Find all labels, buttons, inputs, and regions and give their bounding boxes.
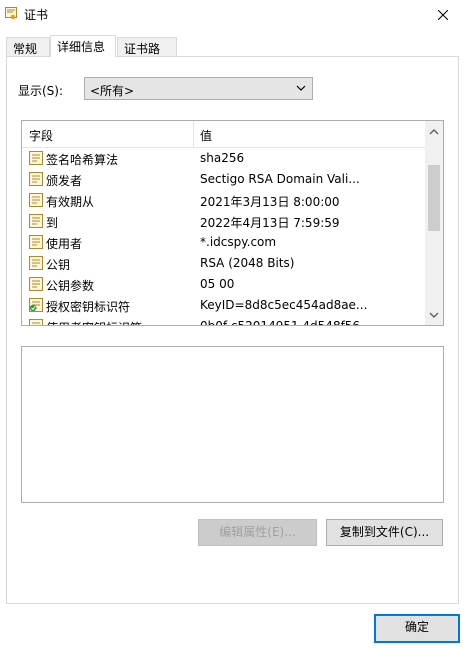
window-title: 证书 [24,8,49,22]
vertical-scrollbar[interactable] [425,121,443,325]
certificate-field-icon [29,235,43,249]
field-name: 使用者 [46,237,83,251]
column-header-value[interactable]: 值 [200,127,212,144]
ok-button[interactable]: 确定 [374,614,460,643]
edit-properties-button[interactable]: 编辑属性(E)... [198,519,317,546]
list-item[interactable]: 使用者 *.idcspy.com [22,232,425,253]
field-name: 有效期从 [46,195,95,209]
field-name: 公钥参数 [46,279,95,293]
copy-to-file-button[interactable]: 复制到文件(C)... [326,519,443,546]
column-header-field[interactable]: 字段 [29,127,53,144]
tab-general[interactable]: 常规 [6,37,50,56]
list-item[interactable]: 使用者密钥标识符 0b0f c52014951 4d548f56 [22,316,425,326]
list-item[interactable]: 颁发者 Sectigo RSA Domain Vali... [22,169,425,190]
list-item[interactable]: 公钥参数 05 00 [22,274,425,295]
certificate-field-icon [29,172,43,186]
show-select-value: <所有> [90,84,135,98]
field-value: sha256 [200,151,245,165]
field-value: 0b0f c52014951 4d548f56 [200,319,361,326]
field-value: 05 00 [200,277,235,291]
tab-cert-path[interactable]: 证书路径 [117,37,177,73]
extension-icon [29,298,43,312]
certificate-field-icon [29,214,43,228]
close-button[interactable] [420,0,466,30]
field-name: 到 [46,216,59,230]
field-value: KeyID=8d8c5ec454ad8ae... [200,298,368,312]
column-divider[interactable] [193,121,194,147]
scrollbar-thumb[interactable] [428,165,440,231]
tab-label: 详细信息 [57,40,106,54]
field-name: 颁发者 [46,174,83,188]
field-value: 2022年4月13日 7:59:59 [200,216,340,230]
list-header: 字段 值 [22,121,425,148]
certificate-field-icon [29,277,43,291]
certificate-field-icon [29,256,43,270]
extension-icon [29,319,43,325]
certificate-icon [5,7,17,20]
scroll-up-icon[interactable] [429,127,439,137]
field-value: RSA (2048 Bits) [200,256,295,270]
certificate-field-icon [29,151,43,165]
field-name: 使用者密钥标识符 [46,319,142,325]
chevron-down-icon [296,85,306,91]
show-label: 显示(S): [18,84,64,98]
list-item[interactable]: 到 2022年4月13日 7:59:59 [22,211,425,232]
tab-label: 常规 [13,42,38,56]
list-item[interactable]: 有效期从 2021年3月13日 8:00:00 [22,190,425,211]
field-list[interactable]: 字段 值 签名哈希算法 sha256 颁发者 Sectigo RSA Domain V… [21,120,444,326]
show-select[interactable]: <所有> [84,77,313,100]
field-value: *.idcspy.com [200,235,277,249]
field-name: 授权密钥标识符 [46,300,131,314]
tab-details[interactable]: 详细信息 [50,35,116,57]
field-value: Sectigo RSA Domain Vali... [200,172,360,186]
field-value: 2021年3月13日 8:00:00 [200,195,340,209]
certificate-field-icon [29,193,43,207]
list-item[interactable]: 签名哈希算法 sha256 [22,148,425,169]
list-item[interactable]: 授权密钥标识符 KeyID=8d8c5ec454ad8ae... [22,295,425,316]
list-item[interactable]: 公钥 RSA (2048 Bits) [22,253,425,274]
close-icon [438,10,448,20]
field-name: 签名哈希算法 [46,153,119,167]
field-name: 公钥 [46,258,71,272]
scroll-down-icon[interactable] [429,310,439,320]
list-rows: 签名哈希算法 sha256 颁发者 Sectigo RSA Domain Vali..… [22,148,425,326]
title-bar: 证书 [0,0,466,30]
field-detail-box[interactable] [21,346,444,503]
